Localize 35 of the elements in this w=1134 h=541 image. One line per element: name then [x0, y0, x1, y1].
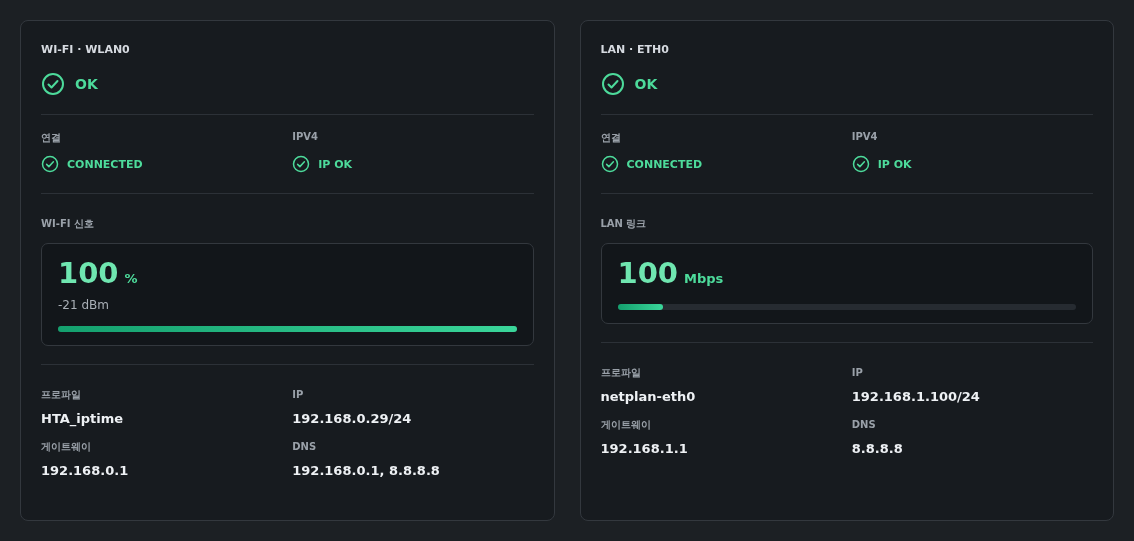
card-title: LAN · ETH0 [600, 43, 670, 56]
check-value: CONNECTED [67, 157, 143, 171]
check-value: IP OK [877, 157, 912, 171]
meter-value: 100 [617, 256, 679, 290]
check-label: 연결 [600, 131, 622, 145]
detail-label: IP [851, 367, 863, 378]
status-text: OK [75, 76, 98, 92]
detail-value: 192.168.1.1 [600, 441, 689, 456]
check-label: 연결 [41, 131, 62, 145]
meter-label: LAN 링크 [600, 218, 647, 229]
check-value: CONNECTED [626, 157, 703, 171]
meter-unit: Mbps [684, 271, 724, 286]
meter-value: 100 [58, 256, 119, 290]
detail-label: 프로파일 [41, 389, 81, 400]
detail-value: 192.168.0.29/24 [292, 411, 413, 426]
detail-value: 192.168.0.1 [41, 463, 130, 478]
check-label: IPV4 [292, 131, 319, 144]
detail-label: 게이트웨이 [600, 419, 651, 430]
check-label: IPV4 [851, 131, 879, 144]
detail-value: 8.8.8.8 [851, 441, 904, 456]
detail-label: DNS [851, 419, 876, 430]
meter-label: WI-FI 신호 [41, 218, 94, 229]
detail-value: HTA_iptime [41, 411, 125, 426]
detail-value: 192.168.1.100/24 [851, 389, 981, 404]
detail-label: 프로파일 [600, 367, 641, 378]
detail-value: 192.168.0.1, 8.8.8.8 [292, 463, 441, 478]
check-value: IP OK [318, 157, 353, 171]
detail-label: IP [292, 389, 304, 400]
detail-value: netplan-eth0 [600, 389, 697, 404]
detail-label: DNS [292, 441, 317, 452]
meter-reading: -21 dBm [58, 298, 110, 312]
card-title: WI-FI · WLAN0 [41, 43, 131, 56]
meter-unit: % [124, 271, 138, 286]
detail-label: 게이트웨이 [41, 441, 91, 452]
status-text: OK [634, 76, 658, 92]
